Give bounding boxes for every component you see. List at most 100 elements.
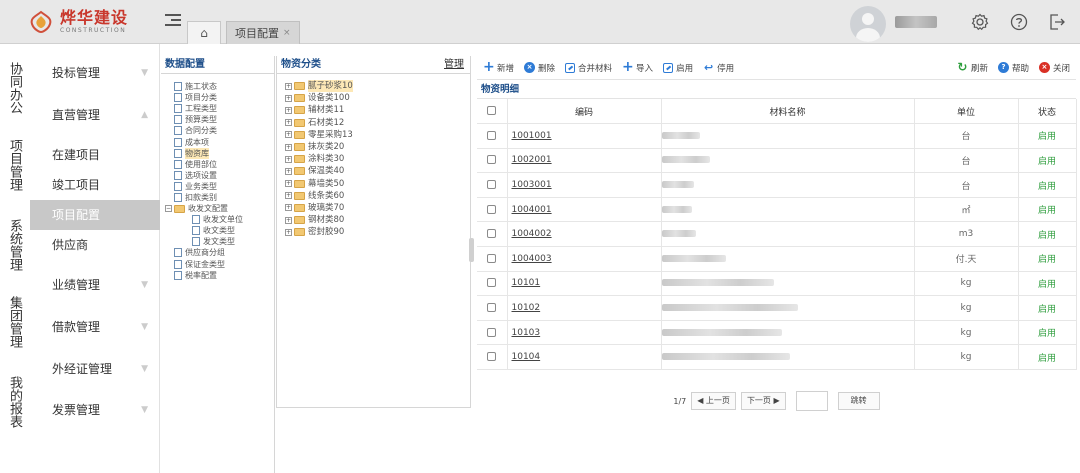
row-checkbox[interactable]	[487, 180, 497, 190]
import-button[interactable]: + 导入	[622, 60, 653, 74]
add-button[interactable]: + 新增	[483, 60, 514, 74]
column-header-unit[interactable]: 单位	[914, 99, 1019, 125]
collapse-panel-handle[interactable]	[469, 238, 474, 262]
category-item[interactable]: + 石材类12	[277, 117, 470, 129]
status-badge[interactable]: 启用	[1018, 344, 1077, 371]
status-badge[interactable]: 启用	[1018, 172, 1077, 198]
nav-item-direct[interactable]: 直营管理 ▲	[30, 95, 160, 135]
row-checkbox[interactable]	[487, 327, 497, 337]
material-code[interactable]: 10104	[507, 344, 662, 371]
expand-icon[interactable]: +	[285, 82, 292, 90]
column-header-name[interactable]: 材料名称	[661, 99, 915, 125]
prev-page-button[interactable]: ◀ 上一页	[691, 392, 736, 410]
tree-item[interactable]: 供应商分组	[161, 247, 274, 258]
category-item[interactable]: + 密封胶90	[277, 226, 470, 238]
table-row[interactable]: 1004001 ㎡ 启用	[477, 197, 1077, 223]
menu-icon[interactable]	[165, 14, 181, 28]
close-icon[interactable]: ×	[283, 28, 291, 38]
tree-item[interactable]: 发文类型	[161, 236, 274, 247]
merge-materials-button[interactable]: 合并材料	[565, 62, 612, 74]
table-row[interactable]: 10102 kg 启用	[477, 295, 1077, 321]
expand-icon[interactable]: +	[285, 204, 292, 212]
category-item[interactable]: + 设备类100	[277, 92, 470, 104]
column-header-code[interactable]: 编码	[507, 99, 662, 125]
status-badge[interactable]: 启用	[1018, 148, 1077, 174]
nav-group-project[interactable]: 项目管理	[7, 139, 22, 191]
material-code[interactable]: 1004001	[507, 197, 662, 223]
row-checkbox[interactable]	[487, 229, 497, 239]
tree-item[interactable]: 预算类型	[161, 114, 274, 125]
tree-item[interactable]: 收文类型	[161, 225, 274, 236]
select-all-checkbox[interactable]	[487, 106, 497, 116]
category-item[interactable]: + 钢材类80	[277, 214, 470, 226]
table-row[interactable]: 1003001 台 启用	[477, 172, 1077, 198]
nav-item-supplier[interactable]: 供应商	[30, 225, 160, 265]
nav-item-bidding[interactable]: 投标管理 ▼	[30, 53, 160, 93]
tree-item-selected[interactable]: 物资库	[161, 147, 274, 159]
table-row[interactable]: 10101 kg 启用	[477, 271, 1077, 297]
disable-button[interactable]: ↩ 停用	[703, 62, 734, 74]
table-row[interactable]: 10103 kg 启用	[477, 320, 1077, 346]
jump-button[interactable]: 跳转	[837, 392, 880, 410]
avatar[interactable]	[850, 6, 886, 42]
tree-item[interactable]: 收发文单位	[161, 214, 274, 225]
nav-item-foreign-cert[interactable]: 外经证管理 ▼	[30, 349, 160, 389]
logout-icon[interactable]	[1048, 13, 1066, 31]
material-code[interactable]: 1004002	[507, 221, 662, 248]
material-code[interactable]: 1001001	[507, 123, 662, 149]
expand-icon[interactable]: +	[285, 155, 292, 163]
tab-project-config[interactable]: 项目配置 ×	[226, 21, 300, 44]
nav-item-performance[interactable]: 业绩管理 ▼	[30, 265, 160, 305]
nav-group-system[interactable]: 系统管理	[7, 219, 22, 271]
row-checkbox[interactable]	[487, 155, 497, 165]
nav-item-loan[interactable]: 借款管理 ▼	[30, 307, 160, 347]
nav-item-completed[interactable]: 竣工项目	[30, 165, 160, 205]
nav-group-report[interactable]: 我的报表	[7, 376, 22, 428]
table-row[interactable]: 1002001 台 启用	[477, 148, 1077, 174]
next-page-button[interactable]: 下一页 ▶	[740, 392, 786, 410]
nav-group-group[interactable]: 集团管理	[7, 296, 22, 348]
category-item[interactable]: + 零星采购13	[277, 129, 470, 141]
column-header-status[interactable]: 状态	[1018, 99, 1077, 125]
status-badge[interactable]: 启用	[1018, 271, 1077, 297]
expand-icon[interactable]: +	[285, 180, 292, 188]
table-row[interactable]: 1001001 台 启用	[477, 123, 1077, 149]
status-badge[interactable]: 启用	[1018, 123, 1077, 149]
tree-item[interactable]: 扣款类别	[161, 192, 274, 203]
home-icon[interactable]: ⌂	[187, 21, 221, 44]
tree-item[interactable]: 项目分类	[161, 92, 274, 103]
delete-button[interactable]: × 删除	[524, 62, 555, 74]
nav-item-invoice[interactable]: 发票管理 ▼	[30, 390, 160, 430]
table-row[interactable]: 1004003 付.天 启用	[477, 246, 1077, 272]
row-checkbox[interactable]	[487, 204, 497, 214]
table-row[interactable]: 1004002 m3 启用	[477, 221, 1077, 248]
manage-link[interactable]: 管理	[444, 56, 464, 74]
enable-button[interactable]: 启用	[663, 62, 693, 74]
expand-icon[interactable]: +	[285, 131, 292, 139]
tree-item[interactable]: 使用部位	[161, 159, 274, 170]
material-code[interactable]: 10101	[507, 271, 662, 297]
close-button[interactable]: × 关闭	[1038, 62, 1070, 74]
settings-icon[interactable]	[971, 13, 989, 31]
category-item[interactable]: + 涂料类30	[277, 153, 470, 165]
nav-group-collab[interactable]: 协同办公	[7, 62, 22, 114]
status-badge[interactable]: 启用	[1018, 320, 1077, 346]
row-checkbox[interactable]	[487, 352, 497, 362]
page-number-input[interactable]	[795, 391, 828, 411]
tree-item[interactable]: 合同分类	[161, 125, 274, 136]
collapse-icon[interactable]: −	[165, 205, 172, 213]
expand-icon[interactable]: +	[285, 106, 292, 114]
material-code[interactable]: 10102	[507, 295, 662, 321]
material-code[interactable]: 1004003	[507, 246, 662, 272]
row-checkbox[interactable]	[487, 278, 497, 288]
tree-item[interactable]: 成本项	[161, 136, 274, 147]
expand-icon[interactable]: +	[285, 216, 292, 224]
status-badge[interactable]: 启用	[1018, 295, 1077, 321]
tree-item[interactable]: 施工状态	[161, 81, 274, 92]
username[interactable]	[895, 16, 937, 28]
expand-icon[interactable]: +	[285, 228, 292, 236]
category-item[interactable]: + 玻璃类70	[277, 202, 470, 214]
material-code[interactable]: 10103	[507, 320, 662, 346]
tree-item[interactable]: 业务类型	[161, 181, 274, 192]
expand-icon[interactable]: +	[285, 192, 292, 200]
